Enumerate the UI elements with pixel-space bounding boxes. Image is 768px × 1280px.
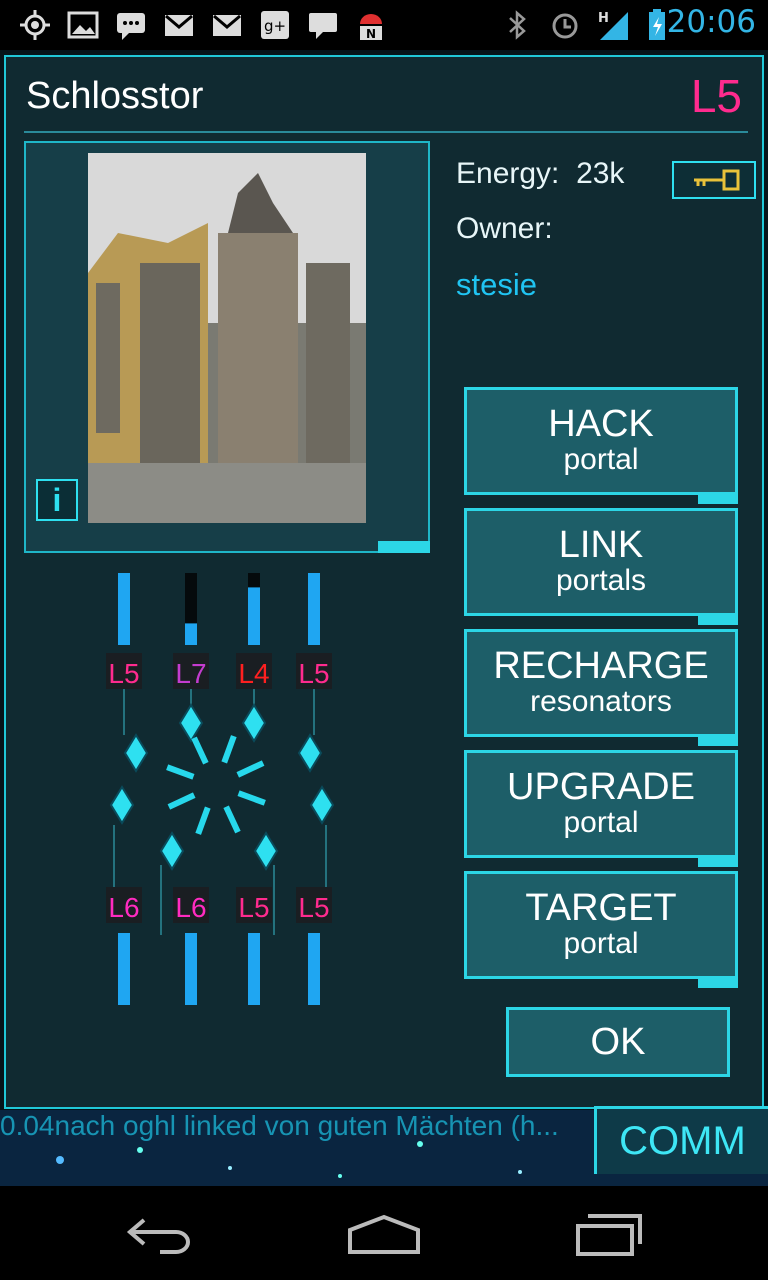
divider	[24, 131, 748, 133]
svg-text:N: N	[366, 27, 376, 41]
bluetooth-icon	[509, 10, 526, 40]
gps-icon	[20, 10, 50, 40]
corner-tab	[698, 494, 738, 504]
resonator-level-label: L5	[238, 892, 269, 923]
portal-name: Schlosstor	[26, 75, 204, 117]
resonator-energy-bar	[308, 573, 320, 645]
resonator-crystal-icon	[297, 733, 323, 773]
portal-photo[interactable]	[88, 153, 366, 523]
resonator-level-label: L7	[175, 658, 206, 689]
portal-panel: Schlosstor L5 i Energy: 23k Owner: stesi…	[4, 55, 764, 1109]
ok-button[interactable]: OK	[506, 1007, 730, 1077]
key-button[interactable]	[672, 161, 756, 199]
button-sublabel: resonators	[530, 685, 672, 718]
resonator-level-label: L5	[108, 658, 139, 689]
key-icon	[694, 169, 740, 191]
button-label: HACK	[548, 403, 654, 445]
portal-core-segment	[195, 806, 211, 835]
nav-bar	[0, 1186, 768, 1280]
resonator-energy-bar	[248, 587, 260, 645]
owner-label: Owner:	[456, 212, 553, 245]
svg-text:H: H	[598, 11, 609, 26]
corner-tab	[698, 736, 738, 746]
resonator-crystal-icon	[241, 703, 267, 743]
button-sublabel: portal	[563, 443, 639, 476]
portal-core-segment	[166, 764, 195, 780]
resonator-energy-bar	[185, 623, 197, 645]
back-icon[interactable]	[124, 1212, 194, 1256]
corner-tab	[698, 857, 738, 867]
resonator-crystal-icon	[109, 785, 135, 825]
resonator-level-label: L6	[175, 892, 206, 923]
resonator-energy-bar	[185, 933, 197, 1005]
status-bar: g+ N H 20:06	[0, 0, 768, 50]
owner-name[interactable]: stesie	[456, 267, 537, 303]
home-icon[interactable]	[346, 1214, 422, 1254]
gmail-icon	[165, 14, 193, 36]
alarm-icon	[552, 13, 578, 39]
button-label: TARGET	[525, 887, 677, 929]
recharge-button[interactable]: RECHARGE resonators	[464, 629, 738, 746]
portal-level: L5	[690, 70, 742, 122]
button-sublabel: portals	[555, 564, 647, 597]
link-button[interactable]: LINK portals	[464, 508, 738, 625]
portal-photo-frame: i	[24, 141, 430, 553]
upgrade-button[interactable]: UPGRADE portal	[464, 750, 738, 867]
portal-core-segment	[191, 736, 209, 765]
resonator-energy-bar	[308, 933, 320, 1005]
resonator-crystal-icon	[159, 831, 185, 871]
button-label: RECHARGE	[493, 645, 709, 687]
target-button[interactable]: TARGET portal	[464, 871, 738, 988]
resonator-energy-bar	[118, 933, 130, 1005]
recents-icon[interactable]	[574, 1212, 644, 1258]
resonator-crystal-icon	[123, 733, 149, 773]
corner-tab	[378, 541, 430, 553]
corner-tab	[698, 615, 738, 625]
sms-icon	[117, 13, 145, 40]
resonator-level-label: L6	[108, 892, 139, 923]
button-sublabel: portal	[563, 806, 639, 839]
portal-core-segment	[236, 760, 265, 778]
signal-icon: H	[598, 11, 628, 40]
gmail-icon	[213, 14, 241, 36]
gplus-icon: g+	[261, 11, 289, 39]
chat-icon	[309, 13, 337, 39]
button-label: LINK	[558, 524, 644, 566]
picture-icon	[67, 11, 99, 39]
portal-core-segment	[221, 735, 237, 764]
resonator-crystal-icon	[309, 785, 335, 825]
comm-button[interactable]: COMM	[594, 1106, 768, 1174]
portal-core-segment	[167, 792, 196, 810]
resonator-level-label: L5	[298, 658, 329, 689]
hack-button[interactable]: HACK portal	[464, 387, 738, 504]
corner-tab	[698, 978, 738, 988]
energy-value: 23k	[576, 157, 625, 190]
portal-core-segment	[237, 790, 266, 806]
energy-label: Energy: 23k	[456, 157, 625, 190]
resonator-crystal-icon	[253, 831, 279, 871]
android-icon: N	[360, 14, 382, 41]
resonator-level-label: L5	[298, 892, 329, 923]
resonator-level-label: L4	[238, 658, 269, 689]
resonator-energy-bar	[118, 573, 130, 645]
resonator-energy-bar	[248, 933, 260, 1005]
button-sublabel: portal	[563, 927, 639, 960]
button-label: UPGRADE	[507, 766, 695, 808]
portal-core-segment	[223, 805, 241, 834]
svg-text:g+: g+	[264, 17, 286, 35]
info-button[interactable]: i	[36, 479, 78, 521]
resonator-crystal-icon	[178, 703, 204, 743]
resonator-diagram: L5 L7 L4 L5 L6 L6 L5 L5	[106, 573, 335, 1005]
clock: 20:06	[666, 4, 756, 40]
